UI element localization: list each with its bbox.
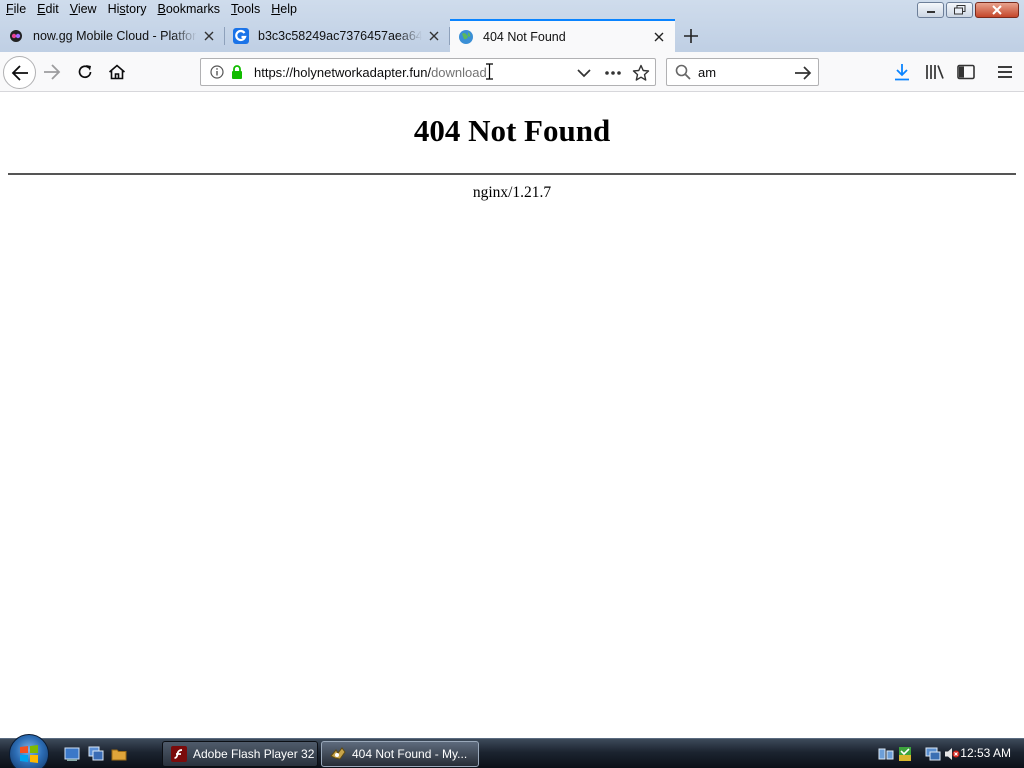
search-go-icon[interactable] (794, 65, 812, 81)
back-arrow-icon (11, 64, 28, 81)
downloads-button[interactable] (892, 62, 912, 82)
tab-close-icon[interactable] (426, 28, 442, 44)
tab-title: now.gg Mobile Cloud - Platform (33, 28, 197, 43)
reload-icon (78, 65, 92, 79)
explorer-folder-icon[interactable] (111, 746, 127, 762)
search-input-value[interactable]: am (698, 65, 716, 80)
menu-file[interactable]: File (0, 0, 31, 18)
navigation-toolbar: https://holynetworkadapter.fun/download … (0, 52, 1024, 92)
taskbar: Adobe Flash Player 32 404 Not Found - My… (0, 734, 1024, 768)
close-window-button[interactable] (975, 2, 1019, 18)
chevron-down-icon[interactable] (576, 65, 592, 81)
tab-title: b3c3c58249ac7376457aea643021 (258, 28, 422, 43)
library-icon (926, 65, 944, 79)
url-text[interactable]: https://holynetworkadapter.fun/download (254, 65, 487, 80)
tab-close-icon[interactable] (651, 29, 667, 45)
taskbar-button-browser[interactable]: 404 Not Found - My... (321, 741, 479, 767)
back-button[interactable] (3, 56, 36, 89)
g-logo-icon (233, 27, 249, 44)
browser-titlebar: File Edit View History Bookmarks Tools H… (0, 0, 1024, 52)
tab-title: 404 Not Found (483, 29, 566, 44)
forward-arrow-icon (44, 64, 61, 80)
sidebar-icon (957, 64, 975, 80)
site-info-icon[interactable] (209, 64, 225, 80)
secure-lock-icon[interactable] (230, 64, 244, 80)
new-tab-button[interactable] (680, 25, 702, 47)
clock[interactable]: 12:53 AM (960, 746, 1011, 760)
minimize-button[interactable] (917, 2, 944, 18)
menu-tools[interactable]: Tools (225, 0, 265, 18)
download-arrow-icon (895, 64, 909, 81)
tab-close-icon[interactable] (201, 28, 217, 44)
menu-view[interactable]: View (64, 0, 102, 18)
home-button[interactable] (105, 60, 129, 84)
page-content: 404 Not Found nginx/1.21.7 (0, 93, 1024, 738)
search-bar[interactable]: am (666, 58, 819, 86)
menu-help[interactable]: Help (265, 0, 302, 18)
url-bar[interactable]: https://holynetworkadapter.fun/download (200, 58, 656, 86)
plus-icon (684, 29, 698, 43)
minimize-icon (918, 3, 943, 17)
reload-button[interactable] (73, 60, 97, 84)
flash-icon (171, 746, 187, 762)
server-signature: nginx/1.21.7 (472, 184, 552, 201)
switch-windows-icon[interactable] (88, 746, 104, 762)
display-icon[interactable] (925, 746, 941, 762)
search-icon (675, 64, 691, 80)
tab-hash[interactable]: b3c3c58249ac7376457aea643021 (225, 19, 450, 52)
action-center-icon[interactable] (897, 746, 913, 762)
bookmark-star-icon[interactable] (632, 64, 650, 82)
restore-button[interactable] (946, 2, 973, 18)
divider (8, 173, 1016, 175)
browser-icon (330, 747, 346, 760)
tab-404-not-found[interactable]: 404 Not Found (450, 19, 675, 52)
restore-icon (947, 3, 972, 17)
nowgg-icon (10, 29, 22, 42)
close-icon (976, 3, 1018, 17)
hamburger-icon (998, 66, 1012, 78)
menu-button[interactable] (995, 62, 1015, 82)
tab-strip: now.gg Mobile Cloud - Platform b3c3c5824… (0, 19, 1024, 52)
page-title: 404 Not Found (413, 113, 611, 148)
globe-icon (459, 29, 473, 44)
network-icon[interactable] (878, 746, 894, 762)
start-button[interactable] (9, 734, 49, 768)
taskbar-button-flash-player[interactable]: Adobe Flash Player 32 (162, 741, 318, 767)
window-controls (917, 2, 1019, 18)
library-button[interactable] (924, 62, 946, 82)
show-desktop-icon[interactable] (64, 746, 80, 762)
text-cursor-icon (486, 63, 493, 80)
taskbar-button-label: 404 Not Found - My... (352, 747, 468, 761)
taskbar-button-label: Adobe Flash Player 32 (193, 747, 315, 761)
system-tray: 12:53 AM (864, 739, 1024, 768)
menu-edit[interactable]: Edit (31, 0, 64, 18)
menu-bar: File Edit View History Bookmarks Tools H… (0, 0, 302, 18)
sidebar-button[interactable] (955, 62, 977, 82)
windows-logo-icon (20, 745, 38, 763)
tab-nowgg[interactable]: now.gg Mobile Cloud - Platform (0, 19, 225, 52)
menu-bookmarks[interactable]: Bookmarks (152, 0, 226, 18)
page-actions-icon[interactable] (603, 65, 623, 81)
menu-history[interactable]: History (102, 0, 152, 18)
home-icon (108, 64, 126, 80)
forward-button[interactable] (40, 60, 64, 84)
volume-muted-icon[interactable] (944, 746, 960, 762)
